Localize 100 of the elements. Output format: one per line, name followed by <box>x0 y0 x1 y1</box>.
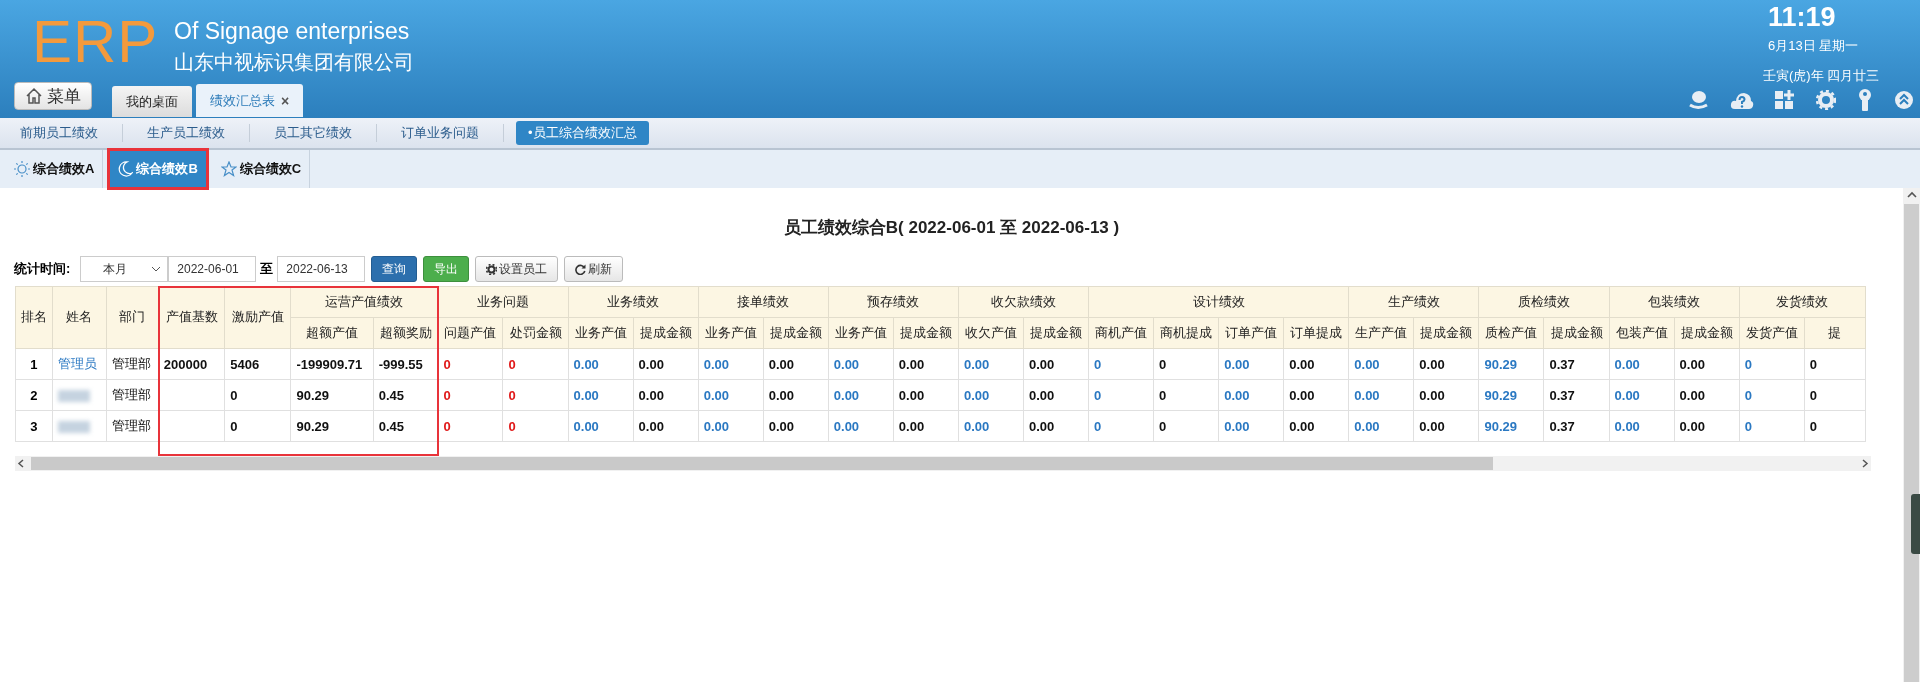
column-header: 激励产值 <box>224 286 291 349</box>
value-link[interactable]: 90.29 <box>1478 348 1544 380</box>
table-cell: 0 <box>437 379 503 411</box>
value-link[interactable]: 0.00 <box>828 410 894 442</box>
value-link[interactable]: 0 <box>1088 410 1154 442</box>
value-link[interactable]: 0 <box>1088 348 1154 380</box>
erp-logo: ERP <box>32 12 159 72</box>
close-icon[interactable]: × <box>281 92 290 109</box>
user-chat-icon[interactable] <box>1687 90 1709 110</box>
table-cell: 0.00 <box>633 348 699 380</box>
value-link[interactable]: 0.00 <box>1609 410 1675 442</box>
column-header: 订单提成 <box>1283 317 1349 349</box>
view-tab[interactable]: 综合绩效A <box>6 150 104 188</box>
scrollbar-thumb[interactable] <box>31 457 1493 470</box>
nav-tab[interactable]: 前期员工绩效 <box>8 121 110 145</box>
value-link[interactable]: 0.00 <box>1609 379 1675 411</box>
column-header: 接单绩效 <box>698 286 829 318</box>
period-dropdown[interactable]: 本月 <box>80 256 169 282</box>
table-cell: 0 <box>437 348 503 380</box>
end-date-field[interactable]: 2022-06-13 <box>277 256 366 282</box>
employee-name-link[interactable]: 管理员 <box>52 348 107 380</box>
menu-button[interactable]: 菜单 <box>14 82 92 110</box>
key-icon[interactable] <box>1857 89 1873 111</box>
value-link[interactable]: 0.00 <box>1348 348 1414 380</box>
value-link[interactable]: 90.29 <box>1478 410 1544 442</box>
settings-icon[interactable] <box>1816 90 1836 110</box>
table-cell: 0.00 <box>1283 410 1349 442</box>
column-header: 提成金额 <box>1544 317 1610 349</box>
scrollbar-thumb[interactable] <box>1904 204 1919 682</box>
value-link[interactable]: 0 <box>1739 379 1805 411</box>
table-cell: 0.00 <box>1674 379 1740 411</box>
value-link[interactable]: 0.00 <box>828 379 894 411</box>
page-tab[interactable]: 我的桌面 <box>112 86 192 117</box>
table-cell: 200000 <box>158 348 225 380</box>
value-link[interactable]: 0.00 <box>1218 348 1284 380</box>
table-cell: 0 <box>1804 348 1866 380</box>
value-link[interactable]: 0.00 <box>828 348 894 380</box>
value-link[interactable]: 0.00 <box>1348 410 1414 442</box>
value-link[interactable]: 0.00 <box>1218 410 1284 442</box>
help-cloud-icon[interactable] <box>1730 90 1754 110</box>
value-link[interactable]: 0.00 <box>1609 348 1675 380</box>
value-link[interactable]: 0.00 <box>958 348 1024 380</box>
value-link[interactable]: 0.00 <box>568 348 634 380</box>
nav-tab[interactable]: 员工其它绩效 <box>262 121 364 145</box>
value-link[interactable]: 0 <box>1088 379 1154 411</box>
table-cell: 0.37 <box>1544 379 1610 411</box>
column-header: 商机产值 <box>1088 317 1154 349</box>
value-link[interactable]: 0.00 <box>958 410 1024 442</box>
column-header: 处罚金额 <box>503 317 569 349</box>
table-cell: 0.00 <box>1023 410 1089 442</box>
nav-tab[interactable]: 订单业务问题 <box>389 121 491 145</box>
report-title: 员工绩效综合B( 2022-06-01 至 2022-06-13 ) <box>782 217 1121 239</box>
company-name-english: Of Signage enterprises <box>174 20 410 43</box>
query-button[interactable]: 查询 <box>371 256 418 282</box>
value-link[interactable]: 0 <box>1739 410 1805 442</box>
page-tab[interactable]: 绩效汇总表 × <box>196 84 304 117</box>
table-cell: 0.37 <box>1544 348 1610 380</box>
start-date-field[interactable]: 2022-06-01 <box>168 256 257 282</box>
value-link[interactable]: 0.00 <box>1348 379 1414 411</box>
nav-tab[interactable]: 生产员工绩效 <box>135 121 237 145</box>
column-header: 产值基数 <box>158 286 225 349</box>
table-cell: 0.00 <box>1674 348 1740 380</box>
collapse-icon[interactable] <box>1894 90 1914 110</box>
clock-time: 11:19 <box>1768 4 1836 31</box>
table-cell: 0.00 <box>1413 410 1479 442</box>
value-link[interactable]: 0.00 <box>698 348 764 380</box>
table-cell: 0.00 <box>893 379 959 411</box>
nav-tab[interactable]: •员工综合绩效汇总 <box>516 121 649 145</box>
refresh-button[interactable]: 刷新 <box>564 256 624 282</box>
value-link[interactable]: 0 <box>1739 348 1805 380</box>
table-cell: 0 <box>224 410 291 442</box>
refresh-icon <box>575 263 587 275</box>
view-tab[interactable]: 综合绩效C <box>212 150 311 188</box>
value-link[interactable]: 0.00 <box>568 379 634 411</box>
column-header: 排名 <box>15 286 53 349</box>
table-cell: 0.00 <box>1674 410 1740 442</box>
side-handle[interactable] <box>1911 494 1920 554</box>
table-cell: 0.00 <box>893 348 959 380</box>
column-header: 收欠款绩效 <box>958 286 1089 318</box>
date-separator: 至 <box>260 260 274 278</box>
value-link[interactable]: 0.00 <box>698 379 764 411</box>
view-tab[interactable]: 综合绩效B <box>109 150 207 188</box>
sun-icon <box>14 161 30 177</box>
add-widget-icon[interactable] <box>1775 90 1795 110</box>
export-button[interactable]: 导出 <box>423 256 470 282</box>
column-header: 提成金额 <box>1674 317 1740 349</box>
table-cell: 0 <box>1153 348 1219 380</box>
value-link[interactable]: 0.00 <box>1218 379 1284 411</box>
table-cell: 0.00 <box>893 410 959 442</box>
table-cell: 0.37 <box>1544 410 1610 442</box>
column-header: 运营产值绩效 <box>290 286 438 318</box>
value-link[interactable]: 0.00 <box>958 379 1024 411</box>
table-cell: 0.00 <box>633 410 699 442</box>
value-link[interactable]: 0.00 <box>698 410 764 442</box>
value-link[interactable]: 0.00 <box>568 410 634 442</box>
value-link[interactable]: 90.29 <box>1478 379 1544 411</box>
set-staff-button[interactable]: 设置员工 <box>475 256 559 282</box>
column-header: 预存绩效 <box>828 286 959 318</box>
column-header: 设计绩效 <box>1088 286 1349 318</box>
table-cell: 90.29 <box>290 379 374 411</box>
